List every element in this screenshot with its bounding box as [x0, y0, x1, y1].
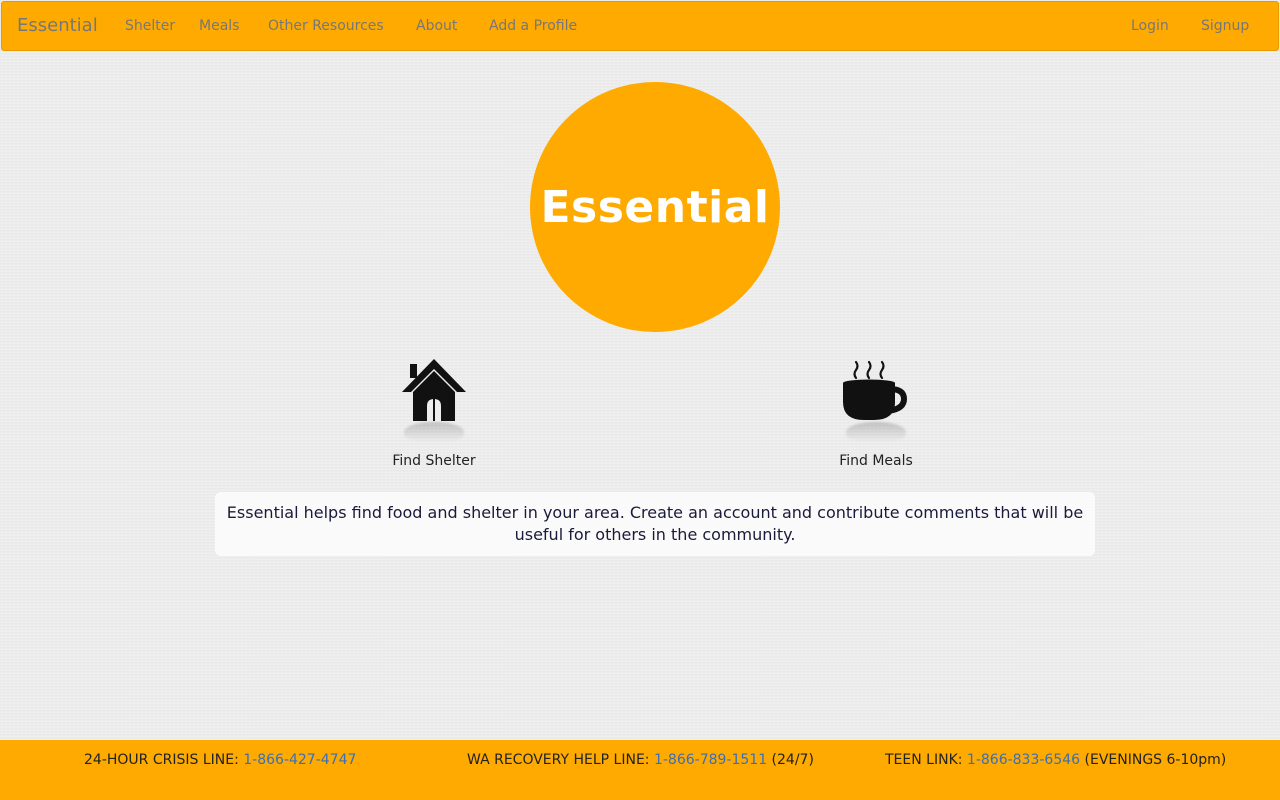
find-shelter-label: Find Shelter [392, 453, 476, 469]
brand-link[interactable]: Essential [17, 2, 98, 50]
nav-login[interactable]: Login [1131, 2, 1169, 50]
find-meals-button[interactable]: Find Meals [796, 356, 956, 476]
crisis-line: 24-HOUR CRISIS LINE: 1-866-427-4747 [84, 740, 356, 780]
teen-link-hours: (EVENINGS 6-10pm) [1080, 752, 1227, 768]
find-shelter-button[interactable]: Find Shelter [354, 356, 514, 476]
coffee-cup-icon [836, 356, 916, 446]
teen-link-line: TEEN LINK: 1-866-833-6546 (EVENINGS 6-10… [885, 740, 1226, 780]
recovery-line-label: WA RECOVERY HELP LINE: [467, 752, 654, 768]
hotline-footer: 24-HOUR CRISIS LINE: 1-866-427-4747 WA R… [0, 740, 1280, 800]
intro-description: Essential helps find food and shelter in… [215, 492, 1095, 556]
nav-add-profile[interactable]: Add a Profile [489, 2, 577, 50]
teen-link-label: TEEN LINK: [885, 752, 967, 768]
nav-shelter[interactable]: Shelter [125, 2, 175, 50]
teen-link-phone[interactable]: 1-866-833-6546 [967, 752, 1080, 768]
top-navbar: Essential Shelter Meals Other Resources … [1, 1, 1279, 51]
hero-logo-circle: Essential [530, 82, 780, 332]
nav-other-resources[interactable]: Other Resources [268, 2, 384, 50]
crisis-line-label: 24-HOUR CRISIS LINE: [84, 752, 244, 768]
house-icon [394, 356, 474, 446]
crisis-line-phone[interactable]: 1-866-427-4747 [243, 752, 356, 768]
recovery-line-phone[interactable]: 1-866-789-1511 [654, 752, 767, 768]
nav-about[interactable]: About [416, 2, 457, 50]
nav-meals[interactable]: Meals [199, 2, 239, 50]
recovery-line-hours: (24/7) [767, 752, 814, 768]
nav-signup[interactable]: Signup [1201, 2, 1249, 50]
find-meals-label: Find Meals [839, 453, 913, 469]
recovery-help-line: WA RECOVERY HELP LINE: 1-866-789-1511 (2… [467, 740, 814, 780]
hero-title: Essential [540, 181, 770, 233]
